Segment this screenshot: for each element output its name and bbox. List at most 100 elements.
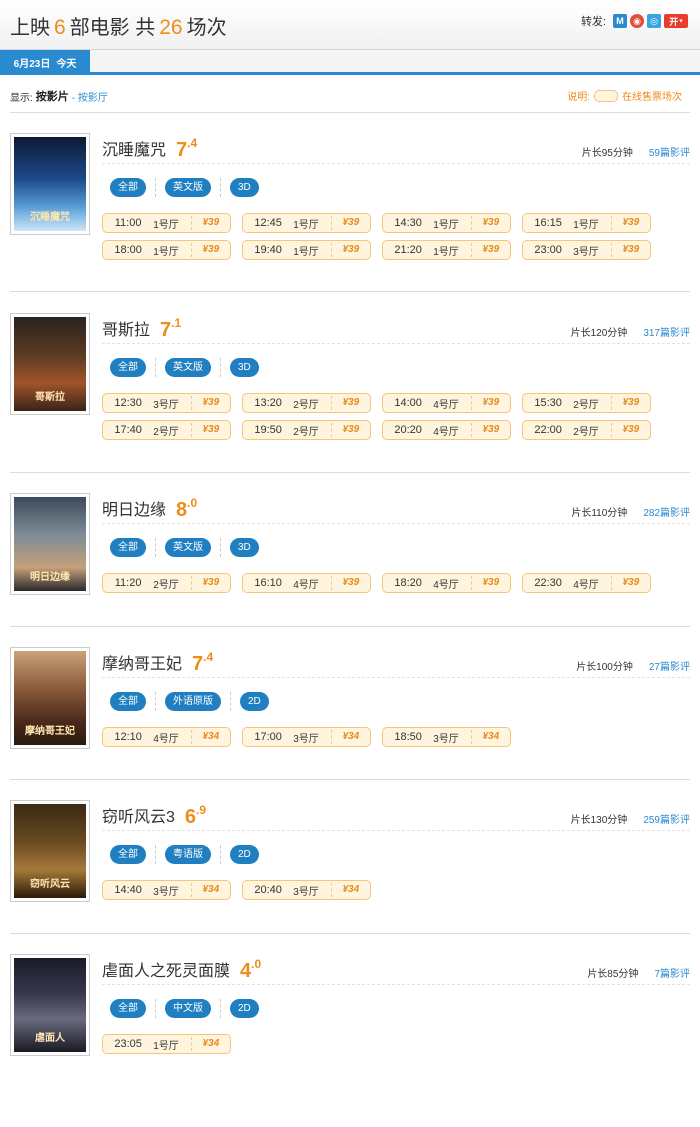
kaixin-icon[interactable]: 开 ▾ <box>664 14 688 28</box>
version-tag[interactable]: 全部 <box>110 692 146 711</box>
session-price: ¥39 <box>470 576 510 590</box>
session-button[interactable]: 18:50 3号厅 ¥34 <box>382 727 511 747</box>
movie-poster[interactable]: 哥斯拉 <box>10 313 90 415</box>
session-button[interactable]: 20:20 4号厅 ¥39 <box>382 420 511 440</box>
session-button[interactable]: 11:00 1号厅 ¥39 <box>102 213 231 233</box>
version-tag[interactable]: 英文版 <box>165 538 211 557</box>
session-button[interactable]: 19:40 1号厅 ¥39 <box>242 240 371 260</box>
session-price: ¥39 <box>330 216 370 230</box>
version-tag[interactable]: 3D <box>230 178 259 197</box>
share-bar: 转发: M ◉ ◎ 开 ▾ <box>581 13 688 29</box>
session-button[interactable]: 18:20 4号厅 ¥39 <box>382 573 511 593</box>
session-button[interactable]: 14:00 4号厅 ¥39 <box>382 393 511 413</box>
tag-separator <box>155 845 156 864</box>
movie-title[interactable]: 摩纳哥王妃 7.4 <box>102 650 213 676</box>
movie-title[interactable]: 哥斯拉 7.1 <box>102 316 181 342</box>
movie-poster[interactable]: 虐面人 <box>10 954 90 1056</box>
reviews-link[interactable]: 282篇影评 <box>643 508 690 519</box>
session-button[interactable]: 15:30 2号厅 ¥39 <box>522 393 651 413</box>
reviews-link[interactable]: 27篇影评 <box>649 662 690 673</box>
version-tag[interactable]: 全部 <box>110 538 146 557</box>
session-button[interactable]: 23:05 1号厅 ¥34 <box>102 1034 231 1054</box>
movie-duration: 片长100分钟 <box>576 662 633 673</box>
session-button[interactable]: 17:00 3号厅 ¥34 <box>242 727 371 747</box>
session-time: 11:20 <box>114 577 142 589</box>
dashed-divider <box>102 677 690 678</box>
version-tag[interactable]: 3D <box>230 538 259 557</box>
session-button[interactable]: 16:15 1号厅 ¥39 <box>522 213 651 233</box>
session-button[interactable]: 19:50 2号厅 ¥39 <box>242 420 371 440</box>
movie-title[interactable]: 沉睡魔咒 7.4 <box>102 136 197 162</box>
session-button[interactable]: 20:40 3号厅 ¥34 <box>242 880 371 900</box>
version-tag[interactable]: 中文版 <box>165 999 211 1018</box>
session-button[interactable]: 23:00 3号厅 ¥39 <box>522 240 651 260</box>
version-tag[interactable]: 全部 <box>110 845 146 864</box>
reviews-link[interactable]: 59篇影评 <box>649 148 690 159</box>
share-label: 转发: <box>580 16 606 28</box>
session-price: ¥39 <box>470 423 510 437</box>
tab-today[interactable]: 6月23日 今天 <box>0 50 90 75</box>
version-tag[interactable]: 2D <box>230 999 259 1018</box>
divider <box>10 112 690 113</box>
session-price: ¥39 <box>190 216 230 230</box>
movie-poster[interactable]: 沉睡魔咒 <box>10 133 90 235</box>
session-price: ¥34 <box>330 883 370 897</box>
session-button[interactable]: 12:45 1号厅 ¥39 <box>242 213 371 233</box>
movie-poster[interactable]: 窃听风云 <box>10 800 90 902</box>
reviews-link[interactable]: 259篇影评 <box>643 815 690 826</box>
session-price: ¥34 <box>190 730 230 744</box>
session-button[interactable]: 18:00 1号厅 ¥39 <box>102 240 231 260</box>
movie-poster[interactable]: 明日边缘 <box>10 493 90 595</box>
session-button[interactable]: 12:10 4号厅 ¥34 <box>102 727 231 747</box>
score-integer: 7 <box>176 139 188 161</box>
version-tag[interactable]: 全部 <box>110 999 146 1018</box>
session-button[interactable]: 17:40 2号厅 ¥39 <box>102 420 231 440</box>
weibo-icon[interactable]: ◉ <box>630 14 644 28</box>
session-price: ¥39 <box>610 396 650 410</box>
movie-title[interactable]: 窃听风云3 6.9 <box>102 803 206 829</box>
tab-day: 今天 <box>56 59 77 70</box>
version-tag[interactable]: 粤语版 <box>165 845 211 864</box>
movie-name: 沉睡魔咒 <box>102 142 167 159</box>
session-list: 11:20 2号厅 ¥39 16:10 4号厅 ¥39 18:20 4号厅 ¥39 22:30 4号… <box>102 573 662 593</box>
page-title: 上映 6 部电影 共 26 场次 <box>10 11 227 40</box>
session-hall: 2号厅 <box>293 399 319 411</box>
version-tags: 全部 中文版 2D <box>110 999 259 1018</box>
movie-duration: 片长130分钟 <box>570 815 628 826</box>
session-button[interactable]: 22:00 2号厅 ¥39 <box>522 420 651 440</box>
session-button[interactable]: 14:30 1号厅 ¥39 <box>382 213 511 233</box>
reviews-link[interactable]: 317篇影评 <box>643 328 690 339</box>
version-tag[interactable]: 英文版 <box>165 358 211 377</box>
version-tag[interactable]: 全部 <box>110 178 146 197</box>
filter-by-movie[interactable]: 按影片 <box>36 88 69 104</box>
renren-icon[interactable]: M <box>613 14 627 28</box>
session-time: 23:00 <box>534 244 562 256</box>
session-button[interactable]: 13:20 2号厅 ¥39 <box>242 393 371 413</box>
qq-weibo-icon[interactable]: ◎ <box>647 14 661 28</box>
version-tag[interactable]: 2D <box>240 692 269 711</box>
version-tag[interactable]: 外语原版 <box>165 692 221 711</box>
session-button[interactable]: 12:30 3号厅 ¥39 <box>102 393 231 413</box>
poster-image: 窃听风云 <box>14 804 86 898</box>
session-button[interactable]: 14:40 3号厅 ¥34 <box>102 880 231 900</box>
reviews-link[interactable]: 7篇影评 <box>654 969 690 980</box>
version-tag[interactable]: 2D <box>230 845 259 864</box>
movie-title[interactable]: 虐面人之死灵面膜 4.0 <box>102 957 261 983</box>
filter-by-hall-label: 按影厅 <box>77 92 108 104</box>
version-tags: 全部 外语原版 2D <box>110 692 269 711</box>
version-tag[interactable]: 全部 <box>110 358 146 377</box>
version-tag[interactable]: 英文版 <box>165 178 211 197</box>
version-tag[interactable]: 3D <box>230 358 259 377</box>
movie-duration: 片长95分钟 <box>581 148 633 159</box>
filter-by-hall-link[interactable]: - 按影厅 <box>72 89 108 104</box>
filter-separator: - <box>71 92 76 104</box>
session-button[interactable]: 22:30 4号厅 ¥39 <box>522 573 651 593</box>
movie-score: 7.4 <box>176 136 197 162</box>
movie-title[interactable]: 明日边缘 8.0 <box>102 496 197 522</box>
movie-poster[interactable]: 摩纳哥王妃 <box>10 647 90 749</box>
tag-separator <box>220 538 221 557</box>
session-button[interactable]: 21:20 1号厅 ¥39 <box>382 240 511 260</box>
session-button[interactable]: 16:10 4号厅 ¥39 <box>242 573 371 593</box>
session-button[interactable]: 11:20 2号厅 ¥39 <box>102 573 231 593</box>
session-hall: 2号厅 <box>573 399 599 411</box>
